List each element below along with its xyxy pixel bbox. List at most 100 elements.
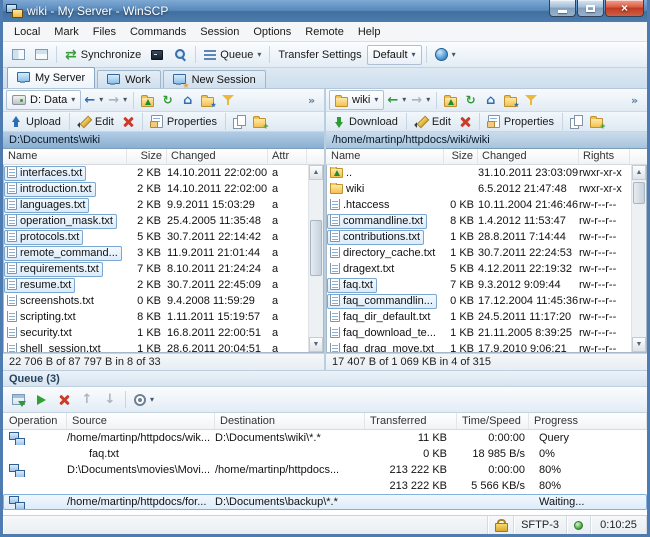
tab-work[interactable]: Work bbox=[97, 70, 160, 88]
queue-row[interactable]: 213 222 KB 5 566 KB/s 80% bbox=[3, 478, 647, 494]
remote-new-folder-button[interactable]: + bbox=[587, 112, 606, 131]
local-bookmarks-button[interactable]: ★ bbox=[198, 91, 217, 110]
file-row[interactable]: protocols.txt 5 KB 30.7.2011 22:14:42 a bbox=[4, 229, 308, 245]
close-button[interactable]: × bbox=[605, 0, 644, 17]
column-header-time-speed[interactable]: Time/Speed bbox=[457, 413, 529, 429]
upload-button[interactable]: Upload bbox=[6, 113, 65, 131]
queue-resume-button[interactable] bbox=[30, 389, 52, 411]
local-parent-directory-button[interactable] bbox=[138, 91, 157, 110]
scroll-up-icon[interactable]: ▲ bbox=[632, 165, 646, 180]
download-button[interactable]: Download bbox=[329, 113, 402, 131]
file-row[interactable]: requirements.txt 7 KB 8.10.2011 21:24:24… bbox=[4, 261, 308, 277]
file-row[interactable]: faq.txt 7 KB 9.3.2012 9:09:44 rw-r--r-- bbox=[327, 277, 631, 293]
scrollbar-thumb[interactable] bbox=[633, 182, 645, 204]
layout-panes-button[interactable] bbox=[7, 44, 29, 66]
file-row[interactable]: security.txt 1 KB 16.8.2011 22:00:51 a bbox=[4, 325, 308, 341]
protocol-indicator[interactable]: SFTP-3 bbox=[514, 516, 567, 534]
queue-delete-button[interactable] bbox=[53, 389, 75, 411]
remote-delete-button[interactable] bbox=[456, 113, 475, 131]
synchronize-button[interactable]: ⇄ Synchronize bbox=[61, 44, 145, 66]
column-header-attr[interactable]: Attr bbox=[268, 149, 307, 164]
column-header-progress[interactable]: Progress bbox=[529, 413, 647, 429]
column-header-source[interactable]: Source bbox=[67, 413, 215, 429]
queue-move-up-button[interactable]: ↑ bbox=[76, 389, 98, 411]
remote-edit-button[interactable]: Edit bbox=[411, 113, 455, 131]
remote-toolbar-overflow[interactable]: » bbox=[625, 91, 644, 110]
tab-my-server[interactable]: My Server bbox=[7, 67, 95, 88]
file-row[interactable]: .. 31.10.2011 23:03:09 rwxr-xr-x bbox=[327, 165, 631, 181]
transfer-settings-combo[interactable]: Default ▾ bbox=[367, 45, 422, 65]
console-button[interactable] bbox=[146, 44, 168, 66]
menu-item-commands[interactable]: Commands bbox=[123, 24, 193, 40]
remote-forward-button[interactable]: →▾ bbox=[409, 91, 432, 110]
file-row[interactable]: resume.txt 2 KB 30.7.2011 22:45:09 a bbox=[4, 277, 308, 293]
column-header-destination[interactable]: Destination bbox=[215, 413, 365, 429]
menu-item-files[interactable]: Files bbox=[86, 24, 123, 40]
menu-item-local[interactable]: Local bbox=[7, 24, 47, 40]
column-header-size[interactable]: Size bbox=[127, 149, 167, 164]
menu-item-remote[interactable]: Remote bbox=[298, 24, 351, 40]
local-path-bar[interactable]: D:\Documents\wiki bbox=[3, 132, 324, 149]
queue-show-button[interactable] bbox=[7, 389, 29, 411]
file-row[interactable]: contributions.txt 1 KB 28.8.2011 7:14:44… bbox=[327, 229, 631, 245]
minimize-button[interactable] bbox=[549, 0, 576, 17]
menu-item-session[interactable]: Session bbox=[193, 24, 246, 40]
remote-back-button[interactable]: ←▾ bbox=[385, 91, 408, 110]
file-row[interactable]: .htaccess 0 KB 10.11.2004 21:46:46 rw-r-… bbox=[327, 197, 631, 213]
file-row[interactable]: operation_mask.txt 2 KB 25.4.2005 11:35:… bbox=[4, 213, 308, 229]
menu-item-help[interactable]: Help bbox=[351, 24, 388, 40]
queue-row[interactable]: /home/martinp/httpdocs/for... D:\Documen… bbox=[3, 494, 647, 510]
remote-filter-button[interactable] bbox=[521, 91, 540, 110]
scroll-down-icon[interactable]: ▼ bbox=[632, 337, 646, 352]
tab-new-session[interactable]: ★ New Session bbox=[163, 70, 266, 88]
file-row[interactable]: wiki 6.5.2012 21:47:48 rwxr-xr-x bbox=[327, 181, 631, 197]
scroll-down-icon[interactable]: ▼ bbox=[309, 337, 323, 352]
file-row[interactable]: directory_cache.txt 1 KB 30.7.2011 22:24… bbox=[327, 245, 631, 261]
column-header-size[interactable]: Size bbox=[444, 149, 478, 164]
layout-horizontal-button[interactable] bbox=[30, 44, 52, 66]
local-refresh-button[interactable]: ↻ bbox=[158, 91, 177, 110]
queue-row[interactable]: /home/martinp/httpdocs/wik... D:\Documen… bbox=[3, 430, 647, 446]
file-row[interactable]: shell_session.txt 1 KB 28.6.2011 20:04:5… bbox=[4, 341, 308, 352]
remote-parent-directory-button[interactable] bbox=[441, 91, 460, 110]
queue-preferences-button[interactable]: ▾ bbox=[130, 389, 158, 411]
scrollbar-thumb[interactable] bbox=[310, 220, 322, 276]
queue-panel-header[interactable]: Queue (3) bbox=[3, 370, 647, 387]
transfer-options-button[interactable]: ▾ bbox=[431, 44, 460, 66]
local-properties-button[interactable]: Properties bbox=[147, 113, 221, 131]
remote-refresh-button[interactable]: ↻ bbox=[461, 91, 480, 110]
queue-move-down-button[interactable]: ↓ bbox=[99, 389, 121, 411]
remote-properties-button[interactable]: Properties bbox=[484, 113, 558, 131]
column-header-operation[interactable]: Operation bbox=[3, 413, 67, 429]
file-row[interactable]: remote_command... 3 KB 11.9.2011 21:01:4… bbox=[4, 245, 308, 261]
column-header-name[interactable]: Name bbox=[4, 149, 127, 164]
file-row[interactable]: faq_drag_move.txt 1 KB 17.9.2010 9:06:21… bbox=[327, 341, 631, 352]
file-row[interactable]: faq_download_te... 1 KB 21.11.2005 8:39:… bbox=[327, 325, 631, 341]
file-row[interactable]: screenshots.txt 0 KB 9.4.2008 11:59:29 a bbox=[4, 293, 308, 309]
column-header-changed[interactable]: Changed bbox=[167, 149, 268, 164]
local-drive-combo[interactable]: D: Data ▾ bbox=[6, 90, 81, 110]
file-row[interactable]: faq_dir_default.txt 1 KB 24.5.2011 11:17… bbox=[327, 309, 631, 325]
column-header-transferred[interactable]: Transferred bbox=[365, 413, 457, 429]
remote-directory-combo[interactable]: wiki ▾ bbox=[329, 90, 384, 110]
local-copy-button[interactable] bbox=[230, 112, 249, 131]
scroll-up-icon[interactable]: ▲ bbox=[309, 165, 323, 180]
local-filter-button[interactable] bbox=[218, 91, 237, 110]
local-forward-button[interactable]: →▾ bbox=[106, 91, 129, 110]
queue-row[interactable]: D:\Documents\movies\Movi... /home/martin… bbox=[3, 462, 647, 478]
column-header-rights[interactable]: Rights bbox=[579, 149, 630, 164]
local-new-folder-button[interactable]: + bbox=[250, 112, 269, 131]
local-back-button[interactable]: ←▾ bbox=[82, 91, 105, 110]
local-scrollbar[interactable]: ▲ ▼ bbox=[308, 165, 323, 352]
find-files-button[interactable] bbox=[169, 44, 191, 66]
file-row[interactable]: languages.txt 2 KB 9.9.2011 15:03:29 a bbox=[4, 197, 308, 213]
local-edit-button[interactable]: Edit bbox=[74, 113, 118, 131]
remote-home-button[interactable]: ⌂ bbox=[481, 91, 500, 110]
file-row[interactable]: faq_commandlin... 0 KB 17.12.2004 11:45:… bbox=[327, 293, 631, 309]
remote-path-bar[interactable]: /home/martinp/httpdocs/wiki/wiki bbox=[326, 132, 647, 149]
local-delete-button[interactable] bbox=[119, 113, 138, 131]
title-bar[interactable]: wiki - My Server - WinSCP × bbox=[3, 0, 647, 22]
file-row[interactable]: interfaces.txt 2 KB 14.10.2011 22:02:00 … bbox=[4, 165, 308, 181]
file-row[interactable]: scripting.txt 8 KB 1.11.2011 15:19:57 a bbox=[4, 309, 308, 325]
menu-item-mark[interactable]: Mark bbox=[47, 24, 85, 40]
